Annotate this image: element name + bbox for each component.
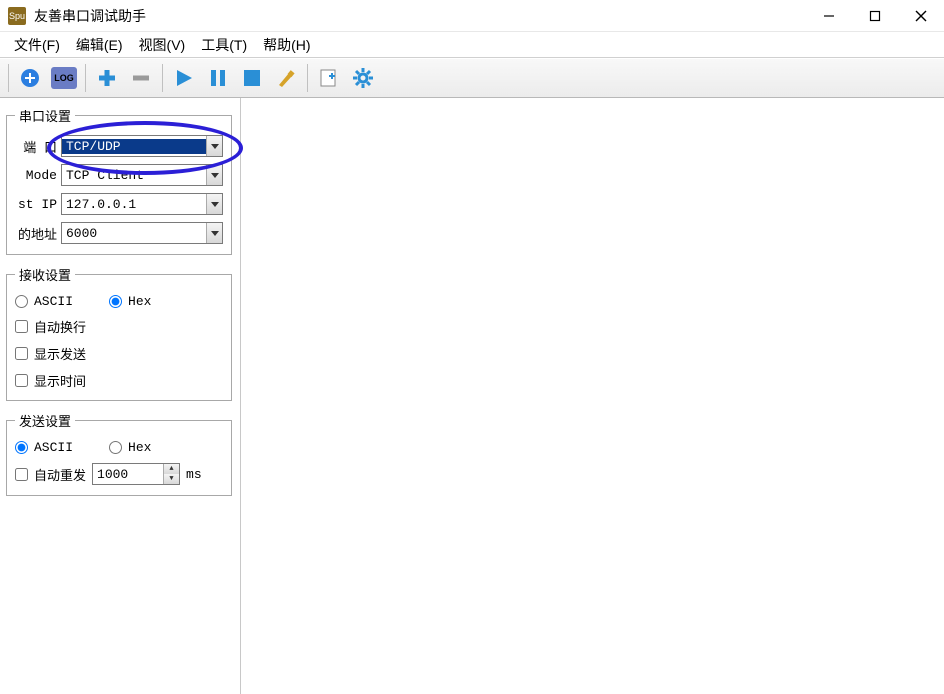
- plus-icon[interactable]: [92, 63, 122, 93]
- play-icon[interactable]: [169, 63, 199, 93]
- serial-legend: 串口设置: [15, 106, 75, 125]
- mode-label: Mode: [15, 168, 61, 183]
- autorepeat-check[interactable]: 自动重发: [15, 465, 86, 484]
- ip-select[interactable]: 127.0.0.1: [61, 193, 223, 215]
- autowrap-check[interactable]: 自动换行: [15, 317, 86, 336]
- addr-select[interactable]: 6000: [61, 222, 223, 244]
- sidebar: 串口设置 端 口 TCP/UDP Mode TCP Client st IP: [0, 98, 240, 694]
- stop-icon[interactable]: [237, 63, 267, 93]
- titlebar: Spu 友善串口调试助手: [0, 0, 944, 32]
- showtime-check[interactable]: 显示时间: [15, 371, 86, 390]
- mode-select[interactable]: TCP Client: [61, 164, 223, 186]
- ip-label: st IP: [15, 197, 61, 212]
- serial-settings-group: 串口设置 端 口 TCP/UDP Mode TCP Client st IP: [6, 106, 232, 255]
- chevron-down-icon[interactable]: [206, 165, 222, 185]
- port-label: 端 口: [15, 137, 61, 156]
- recv-hex-radio[interactable]: Hex: [109, 294, 151, 309]
- showsend-check[interactable]: 显示发送: [15, 344, 86, 363]
- send-legend: 发送设置: [15, 411, 75, 430]
- send-ascii-radio[interactable]: ASCII: [15, 440, 73, 455]
- new-doc-icon[interactable]: [314, 63, 344, 93]
- app-icon: Spu: [8, 7, 26, 25]
- chevron-down-icon[interactable]: [206, 136, 222, 156]
- chevron-down-icon[interactable]: [206, 223, 222, 243]
- gear-icon[interactable]: [348, 63, 378, 93]
- send-hex-radio[interactable]: Hex: [109, 440, 151, 455]
- minimize-button[interactable]: [806, 0, 852, 32]
- recv-ascii-radio[interactable]: ASCII: [15, 294, 73, 309]
- brush-icon[interactable]: [271, 63, 301, 93]
- toolbar: LOG: [0, 58, 944, 98]
- interval-unit: ms: [186, 467, 202, 482]
- maximize-button[interactable]: [852, 0, 898, 32]
- port-select[interactable]: TCP/UDP: [61, 135, 223, 157]
- menu-tools[interactable]: 工具(T): [193, 32, 255, 58]
- log-icon[interactable]: LOG: [49, 63, 79, 93]
- window-title: 友善串口调试助手: [34, 6, 806, 26]
- menu-file[interactable]: 文件(F): [6, 32, 68, 58]
- addr-label: 的地址: [15, 224, 61, 243]
- menu-help[interactable]: 帮助(H): [255, 32, 318, 58]
- minus-icon[interactable]: [126, 63, 156, 93]
- menu-edit[interactable]: 编辑(E): [68, 32, 131, 58]
- pause-icon[interactable]: [203, 63, 233, 93]
- send-settings-group: 发送设置 ASCII Hex 自动重发 1000 ▲▼ ms: [6, 411, 232, 496]
- menu-view[interactable]: 视图(V): [131, 32, 194, 58]
- recv-legend: 接收设置: [15, 265, 75, 284]
- close-button[interactable]: [898, 0, 944, 32]
- interval-spinner[interactable]: 1000 ▲▼: [92, 463, 180, 485]
- menubar: 文件(F) 编辑(E) 视图(V) 工具(T) 帮助(H): [0, 32, 944, 58]
- spinner-buttons[interactable]: ▲▼: [163, 464, 179, 484]
- main-output-area: [240, 98, 944, 694]
- chevron-down-icon[interactable]: [206, 194, 222, 214]
- receive-settings-group: 接收设置 ASCII Hex 自动换行 显示发送 显示时间: [6, 265, 232, 401]
- add-circle-icon[interactable]: [15, 63, 45, 93]
